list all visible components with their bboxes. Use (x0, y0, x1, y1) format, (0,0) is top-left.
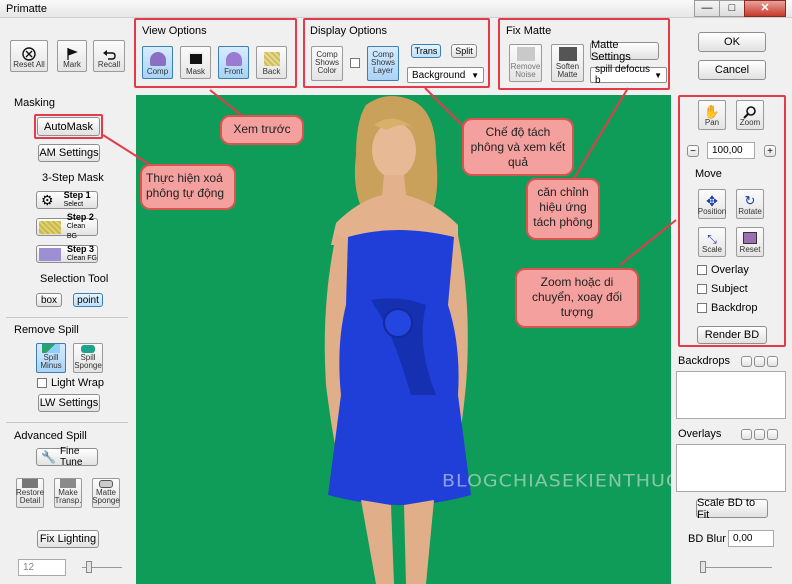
callout-align: căn chỉnh hiệu ứng tách phông (526, 178, 600, 240)
callout-mode: Chế độ tách phông và xem kết quả (462, 118, 574, 176)
callout-zoom-move: Zoom hoặc di chuyển, xoay đối tượng (515, 268, 639, 328)
callout-auto-remove: Thực hiện xoá phông tự động (140, 164, 236, 210)
annotation-arrows (102, 87, 677, 266)
callout-preview: Xem trước (220, 115, 304, 145)
